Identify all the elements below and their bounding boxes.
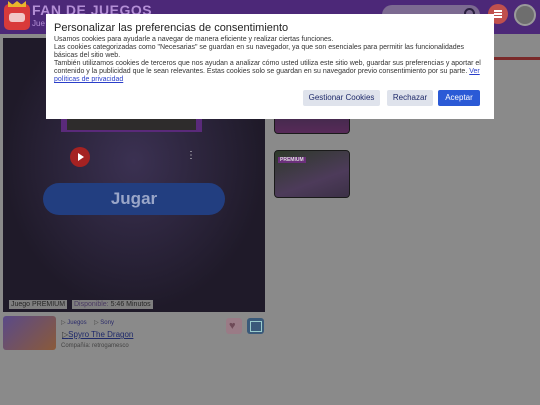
manage-cookies-button[interactable]: Gestionar Cookies: [303, 90, 380, 106]
logo-gamepad-icon[interactable]: [4, 4, 30, 30]
dialog-text-line: También utilizamos cookies de terceros q…: [54, 60, 484, 84]
fullscreen-button[interactable]: [247, 318, 264, 334]
availability-badge: Disponible: 5:46 Minutos: [72, 300, 153, 309]
site-logo-subtitle: Jue: [32, 19, 45, 28]
video-play-icon[interactable]: [70, 147, 90, 167]
premium-label: Juego PREMIUM: [11, 301, 66, 308]
dialog-body: Usamos cookies para ayudarle a navegar d…: [54, 36, 484, 84]
game-title-label[interactable]: Spyro The Dragon: [68, 330, 133, 339]
game-cover-image: [3, 316, 56, 350]
menu-line-icon: [494, 10, 502, 12]
video-options-icon[interactable]: ⋮: [186, 151, 196, 161]
premium-tag: PREMIUM: [278, 157, 306, 163]
play-game-button[interactable]: Jugar: [43, 183, 225, 215]
menu-line-icon: [494, 13, 502, 15]
availability-label: Disponible:: [74, 301, 109, 308]
dialog-title: Personalizar las preferencias de consent…: [54, 22, 289, 34]
breadcrumb-sony[interactable]: ▷ Sony: [94, 319, 114, 326]
accept-button[interactable]: Aceptar: [438, 90, 480, 106]
reject-button[interactable]: Rechazar: [387, 90, 433, 106]
cookie-consent-dialog: Personalizar las preferencias de consent…: [46, 14, 494, 119]
dialog-text-line: Las cookies categorizadas como "Necesari…: [54, 44, 465, 59]
breadcrumb-games[interactable]: ▷ Juegos: [61, 319, 87, 326]
breadcrumb-sony-label[interactable]: Sony: [100, 320, 114, 326]
user-avatar-button[interactable]: [514, 4, 536, 26]
crown-icon: [8, 1, 26, 7]
dialog-text-paragraph: También utilizamos cookies de terceros q…: [54, 60, 481, 75]
dialog-text-line: Usamos cookies para ayudarle a navegar d…: [54, 36, 334, 43]
related-game-thumbnail[interactable]: PREMIUM: [274, 150, 350, 198]
premium-badge: Juego PREMIUM: [9, 300, 68, 309]
favorite-heart-button[interactable]: [226, 318, 242, 334]
breadcrumb-games-label[interactable]: Juegos: [67, 320, 86, 326]
game-company: Compañía: retrogamesco: [61, 343, 129, 349]
game-title[interactable]: ▷Spyro The Dragon: [62, 330, 133, 339]
menu-line-icon: [494, 16, 502, 18]
availability-value: 5:46 Minutos: [110, 301, 151, 308]
